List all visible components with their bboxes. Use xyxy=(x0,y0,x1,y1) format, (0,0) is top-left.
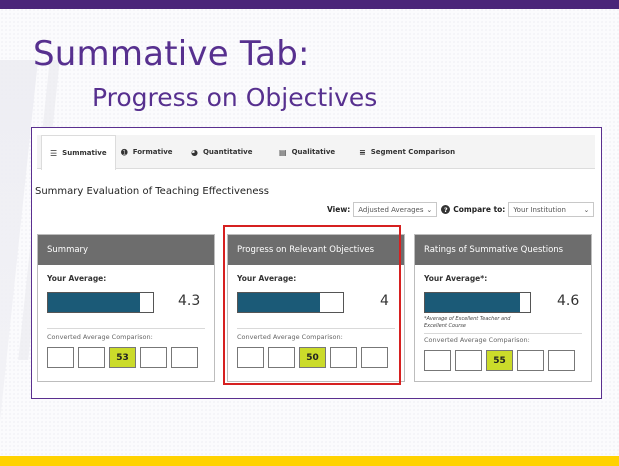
panel-body: Your Average*: 4.6 *Average of Excellent… xyxy=(415,265,591,381)
summary-panel: Summary Your Average: 4.3 Converted Aver… xyxy=(37,234,215,382)
average-bar xyxy=(424,292,531,313)
top-accent-bar xyxy=(0,0,619,9)
average-label: Your Average: xyxy=(47,274,107,283)
comparison-box-highlighted: 53 xyxy=(109,347,136,368)
highlight-outline xyxy=(223,225,401,385)
screenshot-frame: ☰ Summative ➊ Formative ◕ Quantitative ▤… xyxy=(31,127,602,399)
comparison-boxes: 55 xyxy=(424,350,575,371)
comparison-box xyxy=(455,350,482,371)
divider xyxy=(47,328,205,329)
average-bar-fill xyxy=(425,293,520,312)
average-label: Your Average*: xyxy=(424,274,488,283)
tab-bar: ☰ Summative ➊ Formative ◕ Quantitative ▤… xyxy=(37,135,595,170)
compare-select[interactable]: Your Institution ⌄ xyxy=(508,202,595,217)
help-icon[interactable]: ? xyxy=(441,205,451,214)
comparison-box xyxy=(424,350,451,371)
bar-chart-icon: ☰ xyxy=(50,148,58,158)
bottom-accent-bar xyxy=(0,456,619,466)
comparison-boxes: 53 xyxy=(47,347,198,368)
chevron-down-icon: ⌄ xyxy=(426,205,433,214)
tab-quantitative[interactable]: ◕ Quantitative xyxy=(191,135,253,169)
tab-summative[interactable]: ☰ Summative xyxy=(41,135,116,170)
tab-segment-comparison[interactable]: ≡ Segment Comparison xyxy=(359,135,455,169)
panel-header: Ratings of Summative Questions xyxy=(415,235,591,265)
average-value: 4.3 xyxy=(178,293,201,309)
tab-formative[interactable]: ➊ Formative xyxy=(121,135,173,169)
comparison-box xyxy=(47,347,74,368)
comparison-box xyxy=(171,347,198,368)
tab-label: Summative xyxy=(62,149,107,157)
footnote: *Average of Excellent Teacher and Excell… xyxy=(424,316,511,330)
compare-label: Compare to: xyxy=(453,205,506,214)
tab-label: Quantitative xyxy=(202,148,253,156)
comparison-label: Converted Average Comparison: xyxy=(424,336,530,344)
summative-questions-panel: Ratings of Summative Questions Your Aver… xyxy=(414,234,592,382)
list-icon: ≡ xyxy=(359,147,366,157)
panel-header: Summary xyxy=(38,235,214,265)
divider xyxy=(424,333,582,334)
comparison-box xyxy=(140,347,167,368)
view-control: View: Adjusted Averages ⌄ ? Compare to: … xyxy=(327,202,595,217)
view-label: View: xyxy=(327,205,351,214)
comparison-label: Converted Average Comparison: xyxy=(47,333,153,341)
evaluation-title: Summary Evaluation of Teaching Effective… xyxy=(35,186,269,197)
comparison-box xyxy=(517,350,544,371)
tab-qualitative[interactable]: ▤ Qualitative xyxy=(279,135,335,169)
comparison-box xyxy=(78,347,105,368)
compare-select-value: Your Institution xyxy=(513,205,566,214)
view-select-value: Adjusted Averages xyxy=(358,205,424,214)
comparison-box-highlighted: 55 xyxy=(486,350,513,371)
average-bar-fill xyxy=(48,293,141,312)
tab-label: Formative xyxy=(132,148,173,156)
slide-title: Summative Tab: xyxy=(33,34,310,74)
info-icon: ➊ xyxy=(121,147,128,157)
panel-body: Your Average: 4.3 Converted Average Comp… xyxy=(38,265,214,381)
chevron-down-icon: ⌄ xyxy=(583,205,590,214)
average-bar xyxy=(47,292,154,313)
tab-label: Qualitative xyxy=(291,148,336,156)
document-icon: ▤ xyxy=(279,147,287,157)
pie-chart-icon: ◕ xyxy=(191,147,198,157)
view-select[interactable]: Adjusted Averages ⌄ xyxy=(353,202,438,217)
average-value: 4.6 xyxy=(557,293,580,309)
tab-label: Segment Comparison xyxy=(370,148,456,156)
slide-subtitle: Progress on Objectives xyxy=(92,83,378,112)
comparison-box xyxy=(548,350,575,371)
